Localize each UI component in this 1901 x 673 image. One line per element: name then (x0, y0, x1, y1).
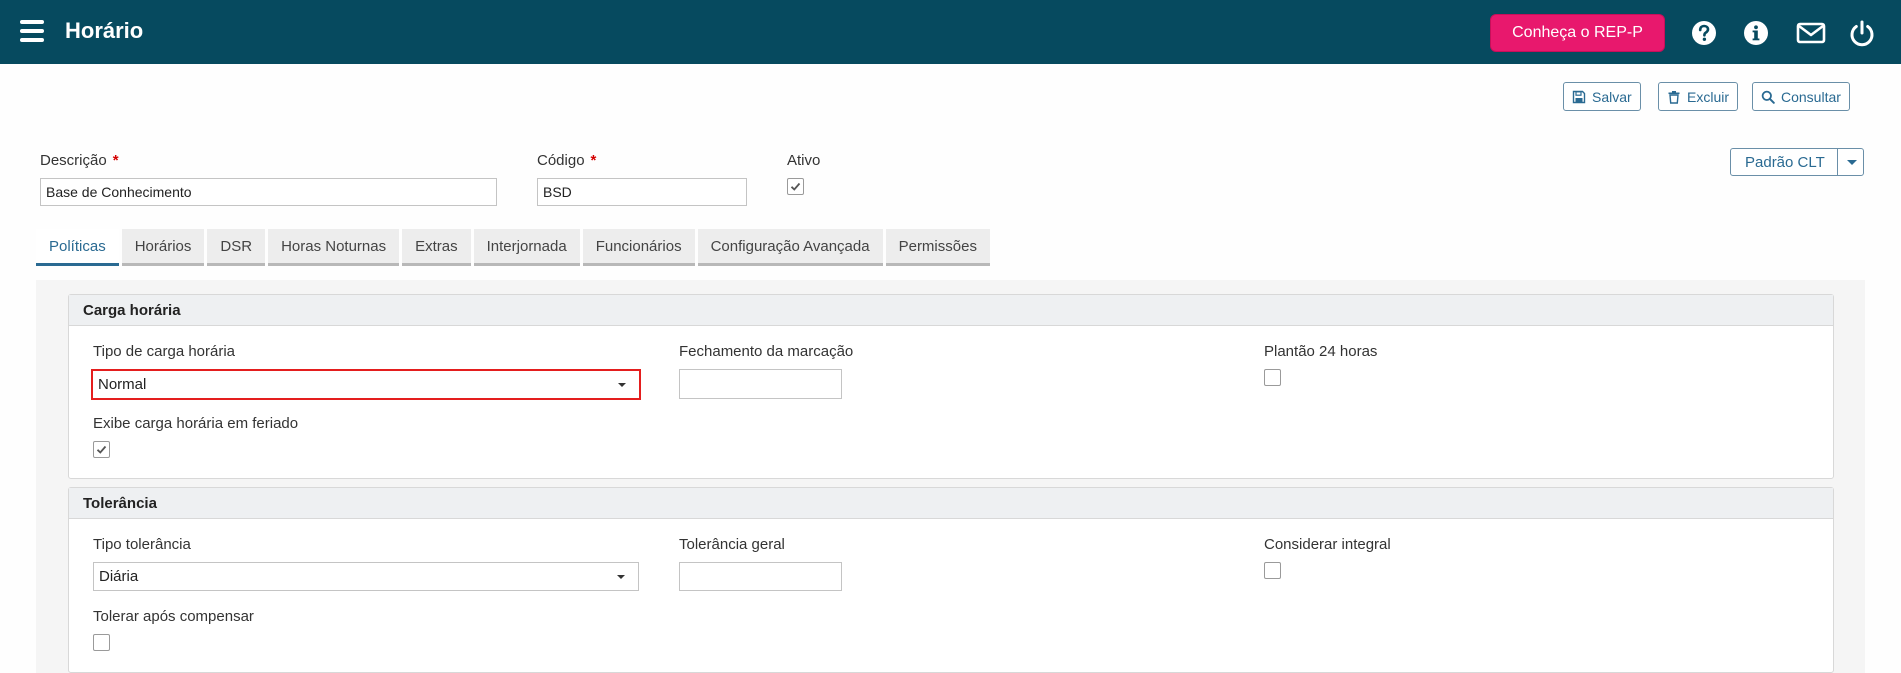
considerar-integral-checkbox[interactable] (1264, 562, 1281, 579)
power-icon[interactable] (1848, 19, 1876, 47)
checkmark-icon (96, 445, 107, 454)
required-mark: * (590, 152, 597, 169)
tab-permissoes[interactable]: Permissões (885, 229, 990, 266)
descricao-label-text: Descrição (40, 152, 107, 169)
tipo-carga-label: Tipo de carga horária (93, 343, 236, 360)
tolerar-compensar-label: Tolerar após compensar (93, 608, 254, 625)
tab-horarios[interactable]: Horários (121, 229, 205, 266)
tab-extras[interactable]: Extras (402, 229, 471, 266)
tolerancia-geral-label: Tolerância geral (679, 536, 785, 553)
plantao-checkbox[interactable] (1264, 369, 1281, 386)
preset-dropdown-button[interactable]: Padrão CLT (1730, 148, 1864, 176)
tipo-tolerancia-value: Diária (99, 568, 139, 585)
search-button-label: Consultar (1781, 88, 1841, 105)
mail-icon[interactable] (1796, 19, 1826, 47)
codigo-input[interactable]: BSD (537, 178, 747, 206)
tipo-carga-select[interactable]: Normal (91, 369, 641, 400)
tab-dsr[interactable]: DSR (207, 229, 266, 266)
ativo-checkbox[interactable] (787, 178, 804, 195)
tipo-tolerancia-select[interactable]: Diária (93, 562, 639, 591)
tab-funcionarios[interactable]: Funcionários (582, 229, 695, 266)
tab-horas-noturnas[interactable]: Horas Noturnas (268, 229, 400, 266)
feriado-checkbox[interactable] (93, 441, 110, 458)
preset-label: Padrão CLT (1745, 154, 1825, 171)
rep-p-promo-button[interactable]: Conheça o REP-P (1490, 14, 1665, 52)
caret-down-icon (618, 383, 626, 387)
section-title: Carga horária (69, 295, 1833, 326)
section-title: Tolerância (69, 488, 1833, 519)
fechamento-label: Fechamento da marcação (679, 343, 854, 360)
trash-icon (1668, 90, 1680, 104)
delete-button-label: Excluir (1687, 88, 1730, 105)
descricao-input[interactable]: Base de Conhecimento (40, 178, 497, 206)
considerar-integral-label: Considerar integral (1264, 536, 1391, 553)
page-title: Horário (65, 18, 144, 43)
top-bar: Horário Conheça o REP-P (0, 0, 1901, 64)
fechamento-input[interactable] (679, 369, 842, 399)
preset-separator (1837, 149, 1838, 175)
help-icon[interactable] (1690, 19, 1718, 47)
plantao-label: Plantão 24 horas (1264, 343, 1378, 360)
tab-politicas[interactable]: Políticas (36, 229, 119, 266)
tipo-tolerancia-label: Tipo tolerância (93, 536, 191, 553)
tab-bar: Políticas Horários DSR Horas Noturnas Ex… (36, 229, 990, 266)
info-icon[interactable] (1742, 19, 1770, 47)
tab-configuracao-avancada[interactable]: Configuração Avançada (697, 229, 883, 266)
menu-icon[interactable] (20, 20, 44, 42)
tolerar-compensar-checkbox[interactable] (93, 634, 110, 651)
tipo-carga-value: Normal (98, 376, 147, 393)
delete-button[interactable]: Excluir (1658, 82, 1739, 111)
floppy-disk-icon (1572, 90, 1586, 103)
codigo-label-text: Código (537, 152, 585, 169)
save-button-label: Salvar (1592, 88, 1632, 105)
tab-interjornada[interactable]: Interjornada (473, 229, 580, 266)
checkmark-icon (790, 182, 801, 191)
descricao-label: Descrição * (40, 152, 119, 169)
save-button[interactable]: Salvar (1563, 82, 1641, 111)
codigo-label: Código * (537, 152, 596, 169)
feriado-label: Exibe carga horária em feriado (93, 415, 299, 432)
search-icon (1761, 90, 1775, 104)
caret-down-icon[interactable] (1847, 160, 1857, 165)
tolerancia-geral-input[interactable] (679, 562, 842, 591)
required-mark: * (112, 152, 119, 169)
ativo-label: Ativo (787, 152, 821, 169)
search-button[interactable]: Consultar (1752, 82, 1850, 111)
caret-down-icon (617, 575, 625, 579)
